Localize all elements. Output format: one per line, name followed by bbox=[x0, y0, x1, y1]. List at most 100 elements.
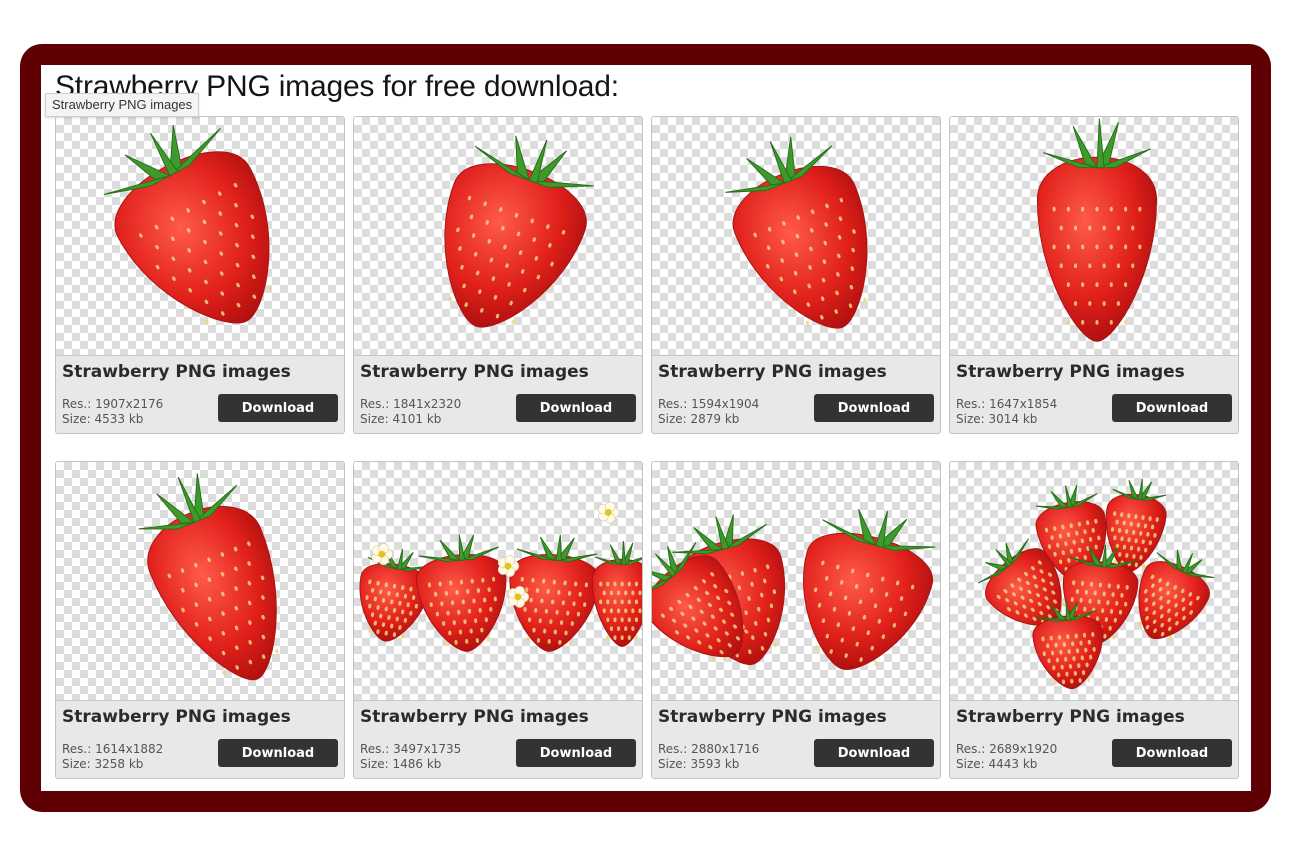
resolution-value: 3497x1735 bbox=[393, 742, 462, 756]
image-thumbnail[interactable] bbox=[56, 117, 344, 356]
resolution-label: Res.: bbox=[956, 397, 990, 411]
download-button[interactable]: Download bbox=[218, 394, 338, 422]
size-label: Size: bbox=[956, 412, 989, 426]
download-button[interactable]: Download bbox=[516, 739, 636, 767]
strawberry-image bbox=[1036, 118, 1158, 342]
resolution-value: 2689x1920 bbox=[989, 742, 1058, 756]
resolution-line: Res.: 3497x1735 bbox=[360, 742, 461, 757]
image-grid: Strawberry PNG images Res.: 1907x2176 Si… bbox=[55, 116, 1239, 779]
card-title: Strawberry PNG images bbox=[658, 362, 887, 382]
image-thumbnail[interactable] bbox=[652, 117, 940, 356]
image-card: Strawberry PNG images Res.: 3497x1735 Si… bbox=[353, 461, 643, 779]
strawberry-image bbox=[725, 136, 868, 329]
resolution-label: Res.: bbox=[956, 742, 990, 756]
resolution-label: Res.: bbox=[360, 397, 394, 411]
card-title: Strawberry PNG images bbox=[62, 707, 291, 727]
download-button[interactable]: Download bbox=[218, 739, 338, 767]
image-card: Strawberry PNG images Res.: 1614x1882 Si… bbox=[55, 461, 345, 779]
size-label: Size: bbox=[658, 412, 691, 426]
resolution-line: Res.: 1594x1904 bbox=[658, 397, 759, 412]
size-line: Size: 4443 kb bbox=[956, 757, 1057, 772]
resolution-line: Res.: 2880x1716 bbox=[658, 742, 759, 757]
size-line: Size: 3593 kb bbox=[658, 757, 759, 772]
size-value: 4443 kb bbox=[988, 757, 1038, 771]
resolution-value: 1907x2176 bbox=[95, 397, 164, 411]
size-value: 3593 kb bbox=[690, 757, 740, 771]
image-card: Strawberry PNG images Res.: 2689x1920 Si… bbox=[949, 461, 1239, 779]
size-label: Size: bbox=[360, 412, 393, 426]
card-meta: Res.: 1907x2176 Size: 4533 kb bbox=[62, 397, 163, 427]
card-meta: Res.: 2689x1920 Size: 4443 kb bbox=[956, 742, 1057, 772]
size-line: Size: 4101 kb bbox=[360, 412, 461, 427]
resolution-line: Res.: 1907x2176 bbox=[62, 397, 163, 412]
strawberry-image bbox=[103, 125, 272, 325]
download-button[interactable]: Download bbox=[814, 394, 934, 422]
download-button[interactable]: Download bbox=[516, 394, 636, 422]
card-info: Strawberry PNG images Res.: 1647x1854 Si… bbox=[950, 356, 1238, 433]
card-title: Strawberry PNG images bbox=[658, 707, 887, 727]
image-card: Strawberry PNG images Res.: 1841x2320 Si… bbox=[353, 116, 643, 434]
size-label: Size: bbox=[956, 757, 989, 771]
resolution-label: Res.: bbox=[62, 397, 96, 411]
card-info: Strawberry PNG images Res.: 3497x1735 Si… bbox=[354, 701, 642, 778]
image-thumbnail[interactable] bbox=[950, 462, 1238, 701]
strawberry-image bbox=[359, 501, 642, 652]
size-line: Size: 3258 kb bbox=[62, 757, 163, 772]
download-button[interactable]: Download bbox=[1112, 739, 1232, 767]
image-thumbnail[interactable] bbox=[354, 117, 642, 356]
content-panel: Strawberry PNG images for free download:… bbox=[41, 65, 1251, 791]
resolution-line: Res.: 1841x2320 bbox=[360, 397, 461, 412]
resolution-line: Res.: 1614x1882 bbox=[62, 742, 163, 757]
resolution-label: Res.: bbox=[658, 397, 692, 411]
size-label: Size: bbox=[360, 757, 393, 771]
size-value: 3258 kb bbox=[94, 757, 144, 771]
resolution-label: Res.: bbox=[360, 742, 394, 756]
size-value: 4101 kb bbox=[392, 412, 442, 426]
image-thumbnail[interactable] bbox=[950, 117, 1238, 356]
download-button[interactable]: Download bbox=[1112, 394, 1232, 422]
image-card: Strawberry PNG images Res.: 1907x2176 Si… bbox=[55, 116, 345, 434]
card-meta: Res.: 2880x1716 Size: 3593 kb bbox=[658, 742, 759, 772]
image-thumbnail[interactable] bbox=[652, 462, 940, 701]
resolution-value: 1614x1882 bbox=[95, 742, 164, 756]
size-label: Size: bbox=[62, 412, 95, 426]
resolution-value: 2880x1716 bbox=[691, 742, 760, 756]
card-title: Strawberry PNG images bbox=[956, 362, 1185, 382]
size-line: Size: 2879 kb bbox=[658, 412, 759, 427]
card-meta: Res.: 1647x1854 Size: 3014 kb bbox=[956, 397, 1057, 427]
strawberry-image bbox=[444, 135, 594, 328]
card-info: Strawberry PNG images Res.: 1907x2176 Si… bbox=[56, 356, 344, 433]
card-meta: Res.: 3497x1735 Size: 1486 kb bbox=[360, 742, 461, 772]
image-card: Strawberry PNG images Res.: 1647x1854 Si… bbox=[949, 116, 1239, 434]
size-value: 4533 kb bbox=[94, 412, 144, 426]
card-title: Strawberry PNG images bbox=[956, 707, 1185, 727]
size-line: Size: 1486 kb bbox=[360, 757, 461, 772]
card-info: Strawberry PNG images Res.: 1841x2320 Si… bbox=[354, 356, 642, 433]
size-line: Size: 3014 kb bbox=[956, 412, 1057, 427]
card-meta: Res.: 1614x1882 Size: 3258 kb bbox=[62, 742, 163, 772]
image-thumbnail[interactable] bbox=[354, 462, 642, 701]
card-info: Strawberry PNG images Res.: 2689x1920 Si… bbox=[950, 701, 1238, 778]
strawberry-image bbox=[138, 473, 279, 681]
download-button[interactable]: Download bbox=[814, 739, 934, 767]
size-line: Size: 4533 kb bbox=[62, 412, 163, 427]
card-title: Strawberry PNG images bbox=[360, 362, 589, 382]
card-meta: Res.: 1841x2320 Size: 4101 kb bbox=[360, 397, 461, 427]
image-card: Strawberry PNG images Res.: 2880x1716 Si… bbox=[651, 461, 941, 779]
resolution-line: Res.: 1647x1854 bbox=[956, 397, 1057, 412]
size-value: 2879 kb bbox=[690, 412, 740, 426]
resolution-label: Res.: bbox=[62, 742, 96, 756]
size-label: Size: bbox=[658, 757, 691, 771]
image-thumbnail[interactable] bbox=[56, 462, 344, 701]
strawberry-image bbox=[977, 478, 1215, 690]
card-title: Strawberry PNG images bbox=[62, 362, 291, 382]
resolution-value: 1841x2320 bbox=[393, 397, 462, 411]
strawberry-image bbox=[652, 509, 936, 670]
card-title: Strawberry PNG images bbox=[360, 707, 589, 727]
image-card: Strawberry PNG images Res.: 1594x1904 Si… bbox=[651, 116, 941, 434]
resolution-value: 1594x1904 bbox=[691, 397, 760, 411]
hover-tooltip: Strawberry PNG images bbox=[45, 93, 200, 117]
resolution-label: Res.: bbox=[658, 742, 692, 756]
size-value: 3014 kb bbox=[988, 412, 1038, 426]
card-meta: Res.: 1594x1904 Size: 2879 kb bbox=[658, 397, 759, 427]
